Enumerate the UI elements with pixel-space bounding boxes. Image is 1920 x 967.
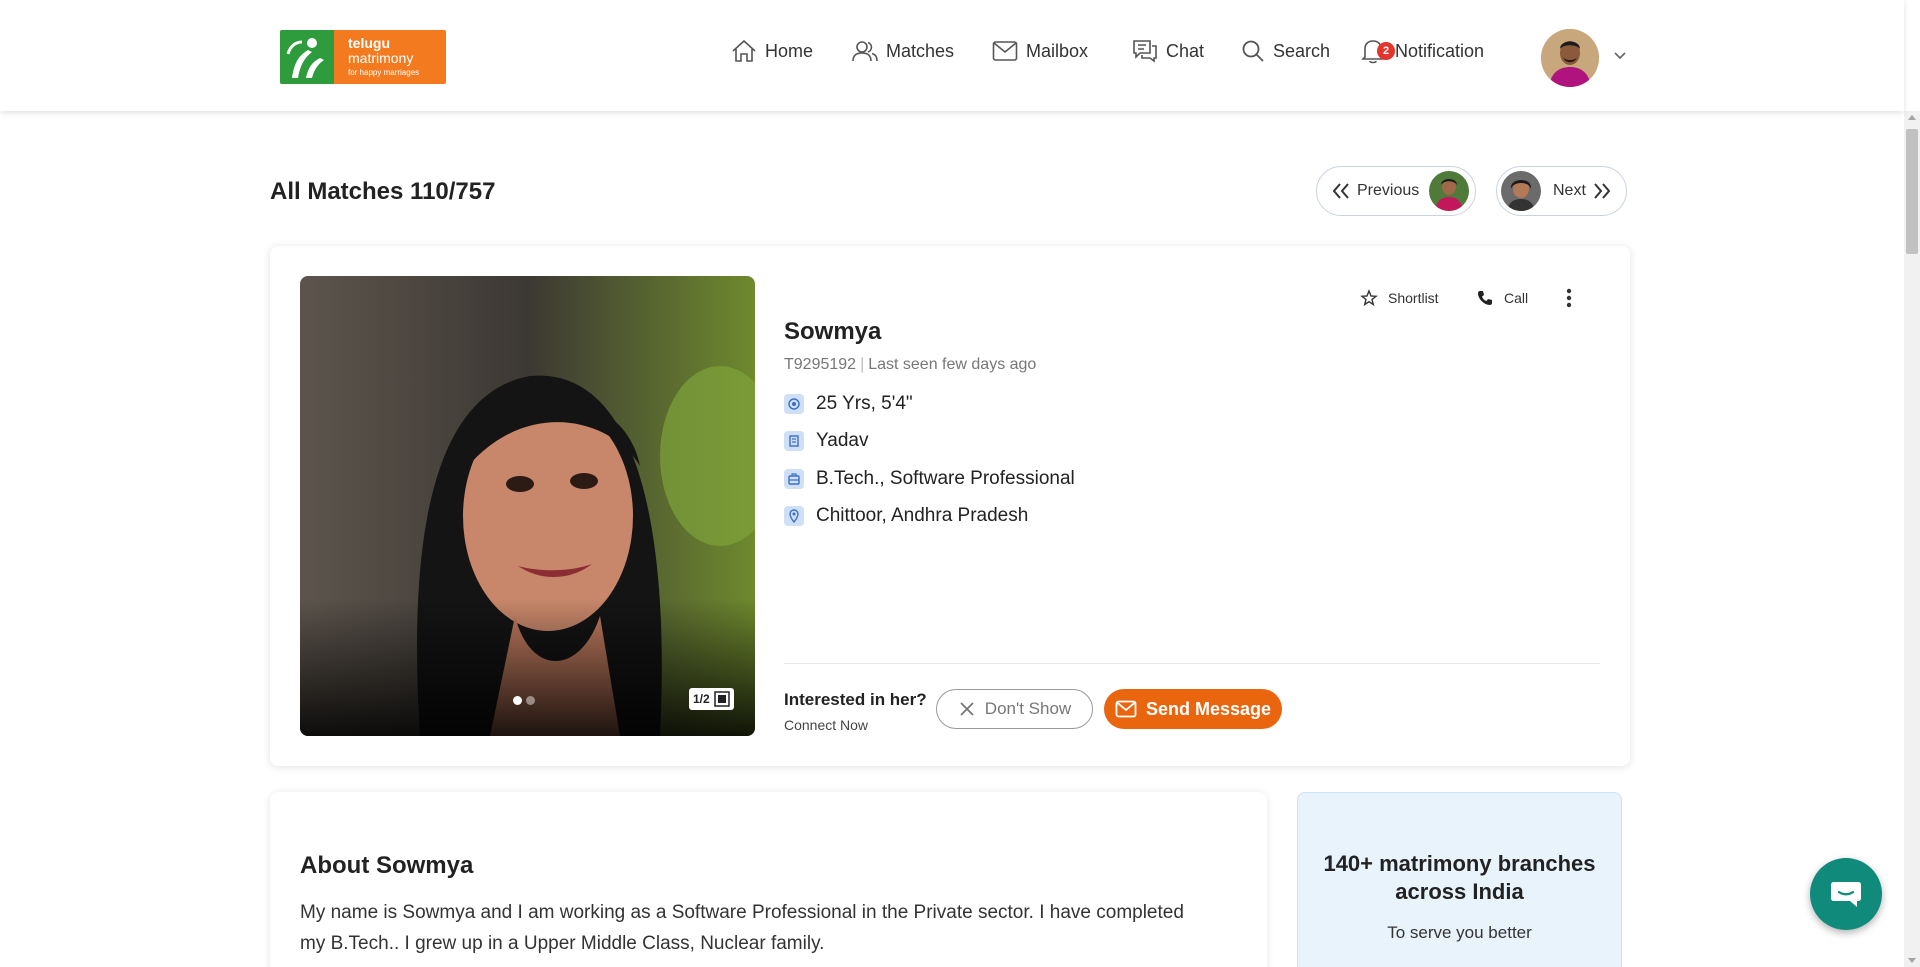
user-avatar[interactable] <box>1541 29 1599 87</box>
gallery-icon <box>713 691 730 707</box>
location-text: Chittoor, Andhra Pradesh <box>816 505 1029 526</box>
chevron-down-icon[interactable] <box>1613 48 1627 66</box>
send-message-label: Send Message <box>1145 698 1272 719</box>
page-scrollbar[interactable] <box>1904 111 1920 967</box>
branches-title: 140+ matrimony branches across India <box>1323 851 1596 904</box>
mail-icon <box>1115 700 1137 718</box>
nav-chat[interactable]: Chat <box>1132 38 1204 64</box>
age-height-text: 25 Yrs, 5'4" <box>816 393 913 414</box>
close-icon <box>960 702 974 716</box>
briefcase-icon <box>784 469 804 489</box>
about-card: About Sowmya My name is Sowmya and I am … <box>270 792 1267 967</box>
carousel-dot[interactable] <box>526 696 535 705</box>
nav-chat-label: Chat <box>1166 40 1205 61</box>
nav-notification-label: Notification <box>1395 40 1485 61</box>
home-icon <box>732 39 756 62</box>
more-vertical-icon <box>1566 288 1572 308</box>
next-label: Next <box>1553 182 1586 199</box>
profile-name: Sowmya <box>784 318 882 345</box>
carousel-dot-active[interactable] <box>513 696 522 705</box>
page-title: All Matches 110/757 <box>270 178 496 205</box>
nav-notification[interactable]: 2 Notification <box>1361 38 1484 64</box>
attr-location: Chittoor, Andhra Pradesh <box>784 504 1028 528</box>
location-pin-icon <box>784 506 804 526</box>
previous-profile-button[interactable]: Previous <box>1316 166 1476 216</box>
shortlist-label: Shortlist <box>1388 290 1439 306</box>
nav-search-label: Search <box>1273 40 1331 61</box>
attr-age-height: 25 Yrs, 5'4" <box>784 392 913 416</box>
branches-promo-card: 140+ matrimony branches across India To … <box>1297 792 1622 967</box>
phone-icon <box>1478 291 1492 305</box>
chat-bubble-icon <box>1831 882 1861 907</box>
scroll-down-arrow[interactable] <box>1908 958 1916 963</box>
profile-id: T9295192 <box>784 356 857 373</box>
previous-profile-thumbnail <box>1429 171 1470 211</box>
profile-card: 1/2 Sowmya T9295192 | Last seen few days a… <box>270 246 1630 766</box>
notification-count-badge: 2 <box>1377 42 1395 60</box>
photo-counter[interactable]: 1/2 <box>689 688 734 710</box>
mail-icon <box>992 41 1018 61</box>
send-message-button[interactable]: Send Message <box>1104 689 1282 729</box>
branches-subtitle: To serve you better <box>1387 923 1532 942</box>
telugu-matrimony-logo[interactable]: telugu matrimony for happy marriages <box>280 30 446 84</box>
more-options-button[interactable] <box>1566 288 1582 308</box>
nav-home[interactable]: Home <box>731 38 813 64</box>
nav-mailbox[interactable]: Mailbox <box>992 38 1088 64</box>
shortlist-button[interactable]: Shortlist <box>1360 288 1439 308</box>
attr-education-job: B.Tech., Software Professional <box>784 467 1075 491</box>
nav-mailbox-label: Mailbox <box>1026 40 1089 61</box>
scroll-thumb[interactable] <box>1906 129 1918 254</box>
top-header: telugu matrimony for happy marriages Hom… <box>0 0 1904 111</box>
call-label: Call <box>1504 290 1529 306</box>
users-icon <box>852 41 878 62</box>
age-icon <box>784 394 804 414</box>
interest-subtext: Connect Now <box>784 717 869 733</box>
scroll-up-arrow[interactable] <box>1908 115 1916 120</box>
caste-text: Yadav <box>816 430 869 451</box>
chat-icon <box>1133 40 1157 63</box>
photo-counter-text: 1/2 <box>693 692 710 706</box>
chevrons-right-icon <box>1594 183 1611 199</box>
separator: | <box>860 356 865 373</box>
notification-bell-wrap: 2 <box>1361 37 1395 65</box>
nav-matches[interactable]: Matches <box>852 38 954 64</box>
photo-carousel-dots[interactable] <box>513 696 535 705</box>
about-text: My name is Sowmya and I am working as a … <box>300 902 1184 954</box>
logo-mark <box>280 30 334 84</box>
search-icon <box>1242 40 1264 62</box>
nav-home-label: Home <box>765 40 814 61</box>
chevrons-left-icon <box>1332 183 1349 199</box>
attr-caste: Yadav <box>784 429 868 453</box>
interest-question: Interested in her? <box>784 690 927 709</box>
last-seen: Last seen few days ago <box>868 356 1037 373</box>
card-divider <box>784 663 1600 664</box>
logo-text-telugu: telugu <box>348 35 390 51</box>
next-profile-button[interactable]: Next <box>1496 166 1627 216</box>
logo-tagline: for happy marriages <box>348 68 420 77</box>
star-icon <box>1360 289 1378 307</box>
profile-meta: T9295192 | Last seen few days ago <box>784 356 1036 374</box>
community-icon <box>784 431 804 451</box>
nav-search[interactable]: Search <box>1241 38 1330 64</box>
education-job-text: B.Tech., Software Professional <box>816 468 1075 489</box>
logo-text-matrimony: matrimony <box>348 50 414 66</box>
next-profile-thumbnail <box>1501 171 1541 211</box>
profile-photo[interactable]: 1/2 <box>300 276 755 736</box>
nav-matches-label: Matches <box>886 40 955 61</box>
chat-support-button[interactable] <box>1810 858 1882 930</box>
call-button[interactable]: Call <box>1476 288 1528 308</box>
about-title: About Sowmya <box>300 852 474 879</box>
dont-show-button[interactable]: Don't Show <box>936 689 1093 729</box>
previous-label: Previous <box>1357 182 1420 199</box>
dont-show-label: Don't Show <box>984 699 1072 718</box>
